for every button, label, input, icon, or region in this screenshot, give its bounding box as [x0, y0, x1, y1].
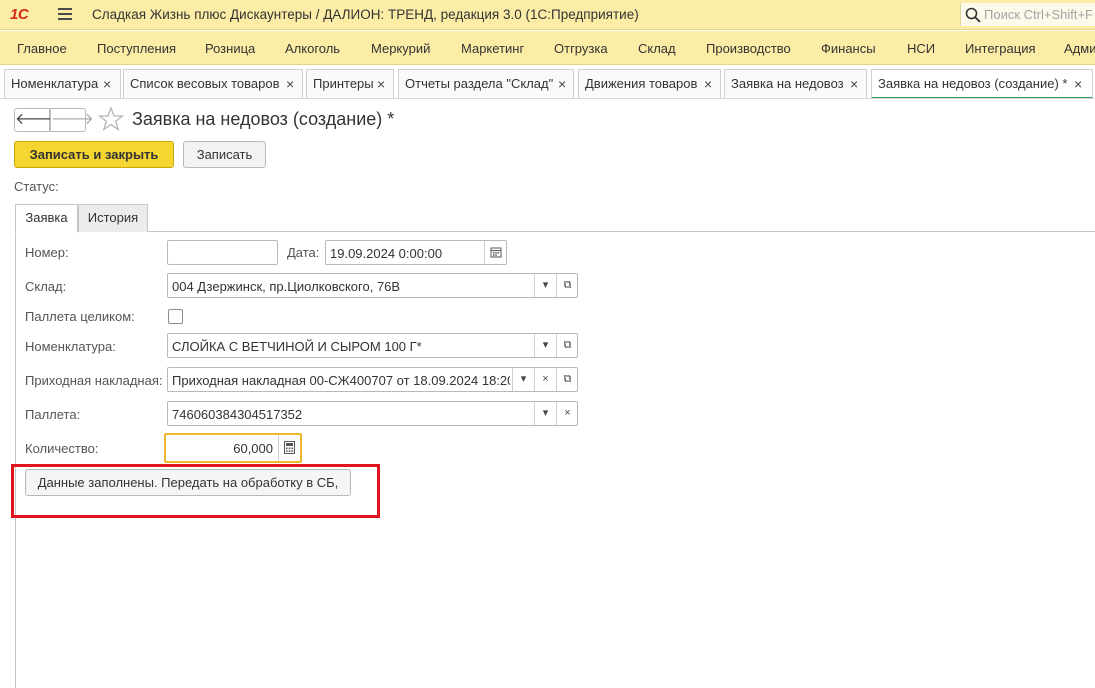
hamburger-menu-icon[interactable]	[58, 8, 72, 20]
tab-weight-goods[interactable]: Список весовых товаров ×	[123, 69, 303, 98]
date-label: Дата:	[287, 245, 320, 260]
warehouse-label: Склад:	[25, 279, 67, 294]
close-icon[interactable]: ×	[704, 76, 712, 92]
page-title: Заявка на недовоз (создание) *	[132, 109, 395, 129]
tab-label: Принтеры	[313, 76, 374, 91]
tab-printers[interactable]: Принтеры ×	[306, 69, 394, 98]
section-main[interactable]: Главное	[17, 41, 67, 56]
title-bar: 1С Сладкая Жизнь плюс Дискаунтеры / ДАЛИ…	[0, 0, 1095, 30]
calculator-icon[interactable]	[278, 435, 300, 461]
tab-nomenclature[interactable]: Номенклатура ×	[4, 69, 121, 98]
section-production[interactable]: Производство	[706, 41, 791, 56]
number-label: Номер:	[25, 245, 69, 260]
dropdown-arrow-icon[interactable]: ▾	[512, 368, 534, 391]
close-icon[interactable]: ×	[850, 76, 858, 92]
tab-label: Движения товаров	[585, 76, 698, 91]
nomenclature-value: СЛОЙКА С ВЕТЧИНОЙ И СЫРОМ 100 Г*	[172, 339, 422, 354]
close-icon[interactable]: ×	[558, 76, 566, 92]
pallet-value: 746060384304517352	[172, 407, 303, 422]
section-finance[interactable]: Финансы	[821, 41, 876, 56]
favorite-star-icon[interactable]	[98, 106, 124, 132]
warehouse-value: 004 Дзержинск, пр.Циолковского, 76В	[172, 279, 401, 294]
section-mercury[interactable]: Меркурий	[371, 41, 430, 56]
close-icon[interactable]: ×	[377, 76, 385, 92]
clear-icon[interactable]: ×	[534, 368, 556, 391]
invoice-label: Приходная накладная:	[25, 373, 163, 388]
search-placeholder: Поиск Ctrl+Shift+F	[984, 7, 1093, 22]
save-button[interactable]: Записать	[183, 141, 266, 168]
dropdown-arrow-icon[interactable]: ▾	[534, 274, 556, 297]
open-link-icon[interactable]: ⧉	[556, 274, 578, 297]
section-nsi[interactable]: НСИ	[907, 41, 935, 56]
quantity-label: Количество:	[25, 441, 99, 456]
global-search-input[interactable]: Поиск Ctrl+Shift+F	[960, 3, 1095, 26]
date-value: 19.09.2024 0:00:00	[330, 246, 443, 261]
section-admin[interactable]: Адми	[1064, 41, 1095, 56]
close-icon[interactable]: ×	[103, 76, 111, 92]
save-and-close-button[interactable]: Записать и закрыть	[14, 141, 174, 168]
app-logo: 1С	[10, 6, 29, 23]
tab-label: Заявка на недовоз	[731, 76, 844, 91]
clear-icon[interactable]: ×	[556, 402, 578, 425]
tab-label: Номенклатура	[11, 76, 99, 91]
tab-goods-movements[interactable]: Движения товаров ×	[578, 69, 721, 98]
pallet-label: Паллета:	[25, 407, 81, 422]
dropdown-arrow-icon[interactable]: ▾	[534, 402, 556, 425]
quantity-field[interactable]: 60,000	[164, 433, 302, 463]
invoice-field[interactable]: Приходная накладная 00-СЖ400707 от 18.09…	[167, 367, 578, 392]
section-integration[interactable]: Интеграция	[965, 41, 1036, 56]
tab-shortage-request[interactable]: Заявка на недовоз ×	[724, 69, 867, 98]
section-receipts[interactable]: Поступления	[97, 41, 176, 56]
search-icon	[965, 7, 981, 23]
section-warehouse[interactable]: Склад	[638, 41, 676, 56]
full-pallet-label: Паллета целиком:	[25, 309, 135, 324]
full-pallet-checkbox[interactable]	[168, 309, 183, 324]
status-label: Статус:	[14, 179, 59, 194]
nomenclature-field[interactable]: СЛОЙКА С ВЕТЧИНОЙ И СЫРОМ 100 Г* ▾ ⧉	[167, 333, 578, 358]
tab-label: Список весовых товаров	[130, 76, 280, 91]
open-link-icon[interactable]: ⧉	[556, 334, 578, 357]
section-alcohol[interactable]: Алкоголь	[285, 41, 340, 56]
app-title: Сладкая Жизнь плюс Дискаунтеры / ДАЛИОН:…	[92, 7, 639, 22]
open-link-icon[interactable]: ⧉	[556, 368, 578, 391]
pallet-field[interactable]: 746060384304517352 ▾ ×	[167, 401, 578, 426]
close-icon[interactable]: ×	[286, 76, 294, 92]
section-marketing[interactable]: Маркетинг	[461, 41, 524, 56]
quantity-value: 60,000	[233, 441, 273, 456]
date-field[interactable]: 19.09.2024 0:00:00	[325, 240, 507, 265]
section-retail[interactable]: Розница	[205, 41, 255, 56]
tab-warehouse-reports[interactable]: Отчеты раздела "Склад" ×	[398, 69, 574, 98]
number-field[interactable]	[167, 240, 278, 265]
tab-label: Заявка на недовоз (создание) *	[878, 76, 1068, 91]
back-button[interactable]: 🡐	[14, 108, 58, 132]
forward-button[interactable]: 🡒	[50, 108, 94, 132]
invoice-value: Приходная накладная 00-СЖ400707 от 18.09…	[172, 373, 510, 388]
close-icon[interactable]: ×	[1074, 76, 1082, 92]
tab-label: Отчеты раздела "Склад"	[405, 76, 554, 91]
section-menu: Главное Поступления Розница Алкоголь Мер…	[0, 31, 1095, 65]
highlight-annotation	[11, 464, 380, 518]
dropdown-arrow-icon[interactable]: ▾	[534, 334, 556, 357]
calendar-icon[interactable]	[484, 241, 506, 264]
tab-request[interactable]: Заявка	[15, 204, 78, 233]
warehouse-field[interactable]: 004 Дзержинск, пр.Циолковского, 76В ▾ ⧉	[167, 273, 578, 298]
tab-history[interactable]: История	[78, 204, 148, 232]
nomenclature-label: Номенклатура:	[25, 339, 116, 354]
open-windows-tabs: Номенклатура × Список весовых товаров × …	[0, 66, 1095, 99]
tab-shortage-request-new[interactable]: Заявка на недовоз (создание) * ×	[871, 69, 1093, 98]
section-shipment[interactable]: Отгрузка	[554, 41, 608, 56]
